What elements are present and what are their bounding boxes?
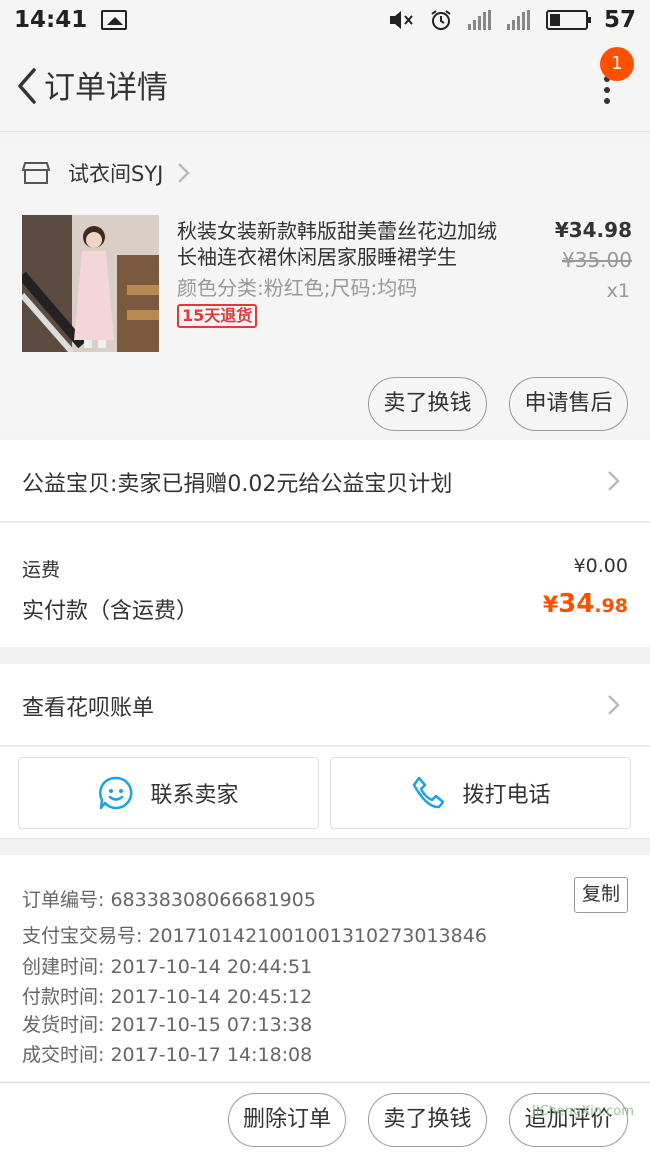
charity-row[interactable]: 公益宝贝:卖家已捐赠0.02元给公益宝贝计划 (0, 440, 650, 522)
shop-header[interactable]: 试衣间SYJ (0, 142, 650, 204)
huabei-bill-row[interactable]: 查看花呗账单 (0, 664, 650, 746)
store-icon (22, 162, 50, 184)
battery-icon (545, 10, 591, 30)
status-time: 14:41 (14, 7, 88, 33)
product-sku: 颜色分类:粉红色;尺码:均码 (177, 276, 418, 300)
back-icon[interactable] (12, 66, 48, 106)
call-phone-label: 拨打电话 (462, 783, 551, 808)
alipay-transaction-number: 支付宝交易号: 2017101421001001310273013846 (22, 925, 487, 947)
shipped-time: 发货时间: 2017-10-15 07:13:38 (22, 1014, 313, 1036)
page-title: 订单详情 (44, 70, 168, 106)
return-policy-tag: 15天退货 (177, 304, 258, 328)
total-paid-label: 实付款（含运费） (22, 599, 199, 624)
signal-4g-icon (506, 10, 530, 30)
chevron-right-icon (178, 163, 191, 183)
product-quantity: x1 (606, 280, 630, 302)
call-phone-button[interactable]: 拨打电话 (330, 757, 631, 829)
sell-item-bottom-button[interactable]: 卖了换钱 (368, 1093, 487, 1147)
notification-badge: 1 (600, 47, 634, 81)
sell-item-button[interactable]: 卖了换钱 (368, 377, 487, 431)
chevron-right-icon (608, 695, 620, 715)
after-sale-button[interactable]: 申请售后 (509, 377, 628, 431)
product-title[interactable]: 秋装女装新款韩版甜美蕾丝花边加绒长袖连衣裙休闲居家服睡裙学生 (177, 218, 513, 270)
add-review-button[interactable]: 追加评价 (509, 1093, 628, 1147)
charity-text: 公益宝贝:卖家已捐赠0.02元给公益宝贝计划 (22, 472, 453, 497)
total-paid-amount: ¥34.98 (543, 589, 628, 619)
total-decimal: .98 (594, 595, 628, 617)
chat-icon (99, 776, 133, 810)
contact-section: 联系卖家 拨打电话 (0, 747, 650, 839)
huabei-label: 查看花呗账单 (22, 696, 155, 721)
order-info: 订单编号: 68338308066681905 支付宝交易号: 20171014… (0, 855, 650, 1081)
phone-icon (413, 776, 445, 809)
nav-bar: 订单详情 1 (0, 40, 650, 132)
status-bar: 14:41 57 (0, 0, 650, 40)
watermark: JiChengXin.com (532, 1104, 634, 1119)
freight-label: 运费 (22, 559, 61, 581)
completed-time: 成交时间: 2017-10-17 14:18:08 (22, 1044, 313, 1066)
product-item[interactable]: 秋装女装新款韩版甜美蕾丝花边加绒长袖连衣裙休闲居家服睡裙学生 颜色分类:粉红色;… (0, 204, 650, 438)
product-price: ¥34.98 (554, 218, 632, 242)
paid-time: 付款时间: 2017-10-14 20:45:12 (22, 986, 313, 1008)
alarm-icon (431, 10, 451, 30)
freight-value: ¥0.00 (573, 555, 628, 577)
signal-icon (467, 10, 491, 30)
chevron-right-icon (608, 471, 620, 491)
copy-order-number-button[interactable]: 复制 (574, 877, 628, 913)
product-original-price: ¥35.00 (562, 248, 632, 272)
battery-level: 57 (603, 7, 636, 33)
order-number: 订单编号: 68338308066681905 (22, 889, 316, 911)
delete-order-button[interactable]: 删除订单 (228, 1093, 346, 1147)
contact-seller-button[interactable]: 联系卖家 (18, 757, 319, 829)
payment-summary: 运费 ¥0.00 实付款（含运费） ¥34.98 (0, 523, 650, 647)
created-time: 创建时间: 2017-10-14 20:44:51 (22, 956, 313, 978)
product-thumbnail[interactable] (22, 215, 159, 352)
currency-symbol: ¥ (542, 593, 559, 618)
shop-name[interactable]: 试衣间SYJ (68, 158, 163, 188)
contact-seller-label: 联系卖家 (150, 783, 239, 808)
mute-icon (389, 11, 413, 29)
total-integer: 34 (558, 589, 595, 619)
image-notification-icon (101, 10, 128, 30)
